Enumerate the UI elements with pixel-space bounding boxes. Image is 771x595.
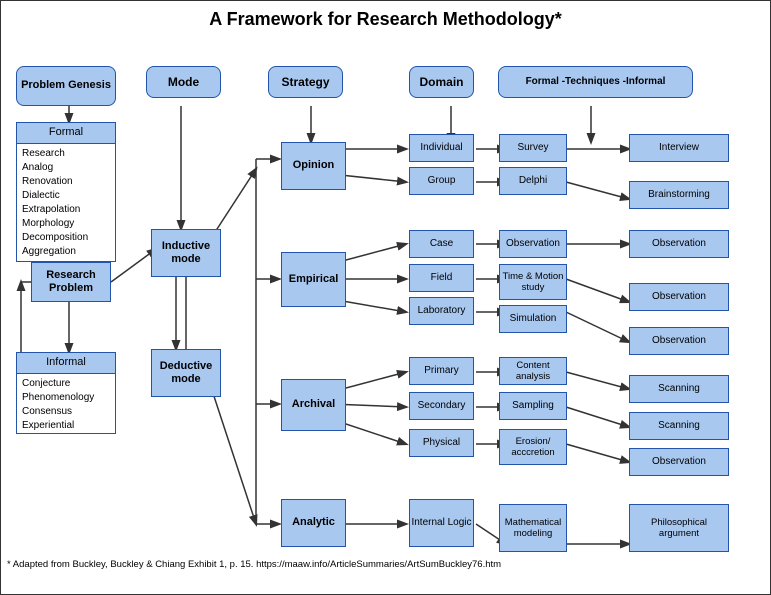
delphi-box: Delphi: [499, 167, 567, 195]
main-container: A Framework for Research Methodology*: [0, 0, 771, 595]
archival-box: Archival: [281, 379, 346, 431]
philosophical-box: Philosophical argument: [629, 504, 729, 552]
interview-box: Interview: [629, 134, 729, 162]
mode-box: Mode: [146, 66, 221, 98]
internal-logic-box: Internal Logic: [409, 499, 474, 547]
erosion-box: Erosion/ acccretion: [499, 429, 567, 465]
content-analysis-box: Content analysis: [499, 357, 567, 385]
formal-label-box: Formal: [16, 122, 116, 144]
obs3-box: Observation: [629, 283, 729, 311]
obs2-box: Observation: [629, 230, 729, 258]
math-modeling-box: Mathematical modeling: [499, 504, 567, 552]
scanning2-box: Scanning: [629, 412, 729, 440]
obs1-box: Observation: [499, 230, 567, 258]
diagram-area: Problem Genesis Formal Research Analog R…: [1, 34, 770, 574]
individual-box: Individual: [409, 134, 474, 162]
domain-box: Domain: [409, 66, 474, 98]
laboratory-box: Laboratory: [409, 297, 474, 325]
informal-label-box: Informal: [16, 352, 116, 374]
secondary-box: Secondary: [409, 392, 474, 420]
physical-box: Physical: [409, 429, 474, 457]
problem-genesis-box: Problem Genesis: [16, 66, 116, 106]
page-title: A Framework for Research Methodology*: [1, 1, 770, 34]
brainstorming-box: Brainstorming: [629, 181, 729, 209]
case-box: Case: [409, 230, 474, 258]
scanning1-box: Scanning: [629, 375, 729, 403]
simulation-box: Simulation: [499, 305, 567, 333]
empirical-box: Empirical: [281, 252, 346, 307]
obs5-box: Observation: [629, 448, 729, 476]
primary-box: Primary: [409, 357, 474, 385]
informal-list-box: Conjecture Phenomenology Consensus Exper…: [16, 374, 116, 434]
deductive-mode-box: Deductive mode: [151, 349, 221, 397]
opinion-box: Opinion: [281, 142, 346, 190]
formal-techniques-box: Formal -Techniques -Informal: [498, 66, 693, 98]
group-box: Group: [409, 167, 474, 195]
research-problem-box: Research Problem: [31, 262, 111, 302]
field-box: Field: [409, 264, 474, 292]
footer-text: * Adapted from Buckley, Buckley & Chiang…: [7, 559, 501, 570]
analytic-box: Analytic: [281, 499, 346, 547]
sampling-box: Sampling: [499, 392, 567, 420]
obs4-box: Observation: [629, 327, 729, 355]
inductive-mode-box: Inductive mode: [151, 229, 221, 277]
strategy-box: Strategy: [268, 66, 343, 98]
survey-box: Survey: [499, 134, 567, 162]
formal-list-box: Research Analog Renovation Dialectic Ext…: [16, 144, 116, 262]
time-motion-box: Time & Motion study: [499, 264, 567, 300]
